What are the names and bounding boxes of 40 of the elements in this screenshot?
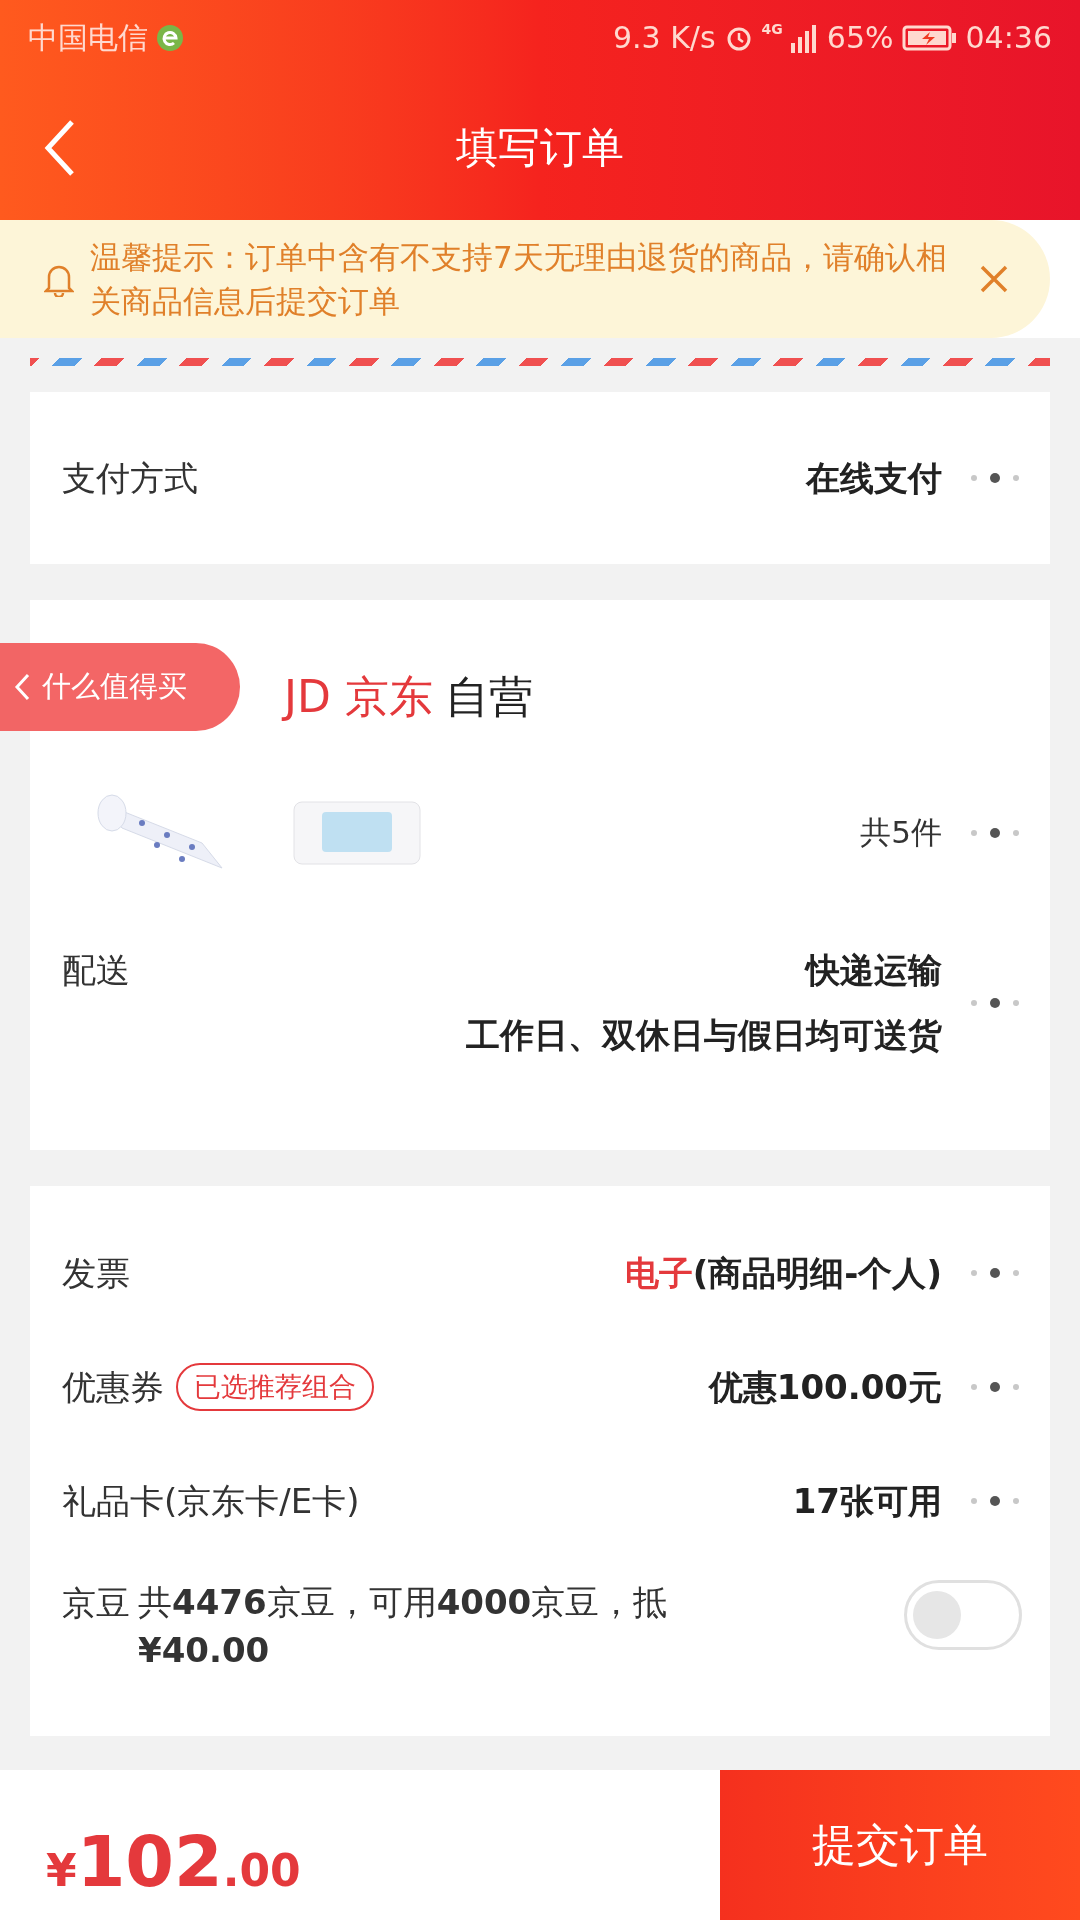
- signal-icon: [790, 22, 819, 53]
- clock-time: 04:36: [965, 19, 1052, 57]
- payment-value: 在线支付: [806, 456, 942, 500]
- option-label: 优惠券: [62, 1365, 164, 1409]
- more-dots-icon[interactable]: [968, 825, 1022, 840]
- option-value: 17张可用: [792, 1479, 942, 1523]
- option-tag: 已选推荐组合: [176, 1362, 374, 1412]
- option-label: 京豆: [62, 1582, 130, 1625]
- delivery-method: 快递运输: [806, 949, 942, 992]
- option-row[interactable]: 优惠券 已选推荐组合 优惠100.00元: [62, 1330, 1022, 1444]
- option-label: 礼品卡(京东卡/E卡): [62, 1479, 360, 1523]
- page-title: 填写订单: [456, 122, 624, 174]
- option-label: 发票: [62, 1251, 130, 1295]
- total-price: ¥102.00: [45, 1820, 302, 1905]
- payment-card[interactable]: 支付方式 在线支付: [30, 392, 1050, 564]
- item-count: 共5件: [860, 813, 942, 853]
- option-value: 优惠100.00元: [708, 1365, 942, 1409]
- battery-charging-icon: [901, 23, 958, 52]
- network-type: 4G: [761, 20, 783, 39]
- more-dots-icon[interactable]: [968, 471, 1022, 485]
- option-row[interactable]: 礼品卡(京东卡/E卡) 17张可用: [62, 1444, 1022, 1558]
- payment-label: 支付方式: [62, 456, 198, 500]
- more-dots-icon[interactable]: [968, 996, 1022, 1010]
- more-dots-icon[interactable]: [968, 1266, 1022, 1280]
- store-name: 自营: [444, 670, 533, 724]
- carrier-name: 中国电信: [28, 19, 148, 57]
- battery-percent: 65%: [826, 19, 894, 57]
- close-icon[interactable]: [978, 263, 1010, 295]
- browser-e-icon: [156, 23, 184, 52]
- invoice-value: 电子(商品明细-个人): [624, 1251, 942, 1295]
- more-dots-icon[interactable]: [968, 1380, 1022, 1394]
- network-speed: 9.3 K/s: [612, 19, 716, 57]
- chevron-left-icon: [14, 673, 30, 701]
- delivery-schedule: 工作日、双休日与假日均可送货: [466, 1014, 942, 1057]
- more-dots-icon[interactable]: [968, 1494, 1022, 1508]
- option-row[interactable]: 发票 电子(商品明细-个人): [62, 1216, 1022, 1330]
- beans-description: 共4476京豆，可用4000京豆，抵 ¥40.00: [138, 1581, 669, 1672]
- delivery-label: 配送: [62, 949, 130, 992]
- notice-text: 温馨提示：订单中含有不支持7天无理由退货的商品，请确认相关商品信息后提交订单: [90, 238, 948, 321]
- submit-order-button[interactable]: 提交订单: [720, 1770, 1080, 1920]
